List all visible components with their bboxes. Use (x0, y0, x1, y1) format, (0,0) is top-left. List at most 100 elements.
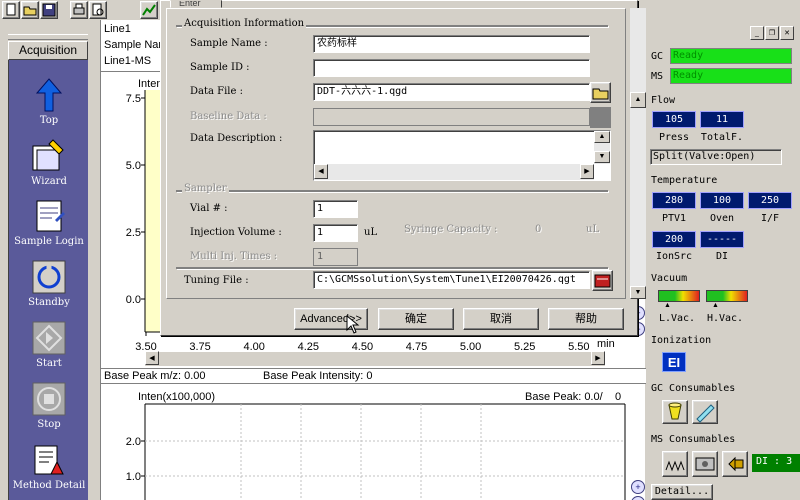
assistant-method-detail[interactable]: Method Detail (9, 442, 89, 491)
ms-consumables-title: MS Consumables (651, 434, 736, 445)
tuning-file-input[interactable]: C:\GCMSsolution\System\Tune1\EI20070426.… (313, 271, 590, 289)
acq-group-title: Acquisition Information (182, 18, 307, 29)
help-button[interactable]: 帮助 (548, 308, 624, 330)
tuning-file-label: Tuning File : (184, 275, 249, 286)
gc-consumables-title: GC Consumables (651, 383, 736, 394)
dialog-tab-enter[interactable]: Enter (170, 0, 222, 8)
assistant-method-detail-label: Method Detail (12, 480, 86, 491)
injection-volume-input[interactable]: 1 (313, 224, 358, 242)
scroll-left-button[interactable]: ◀ (314, 164, 328, 179)
sampler-group-line (176, 190, 608, 192)
scroll-up-button[interactable]: ▲ (594, 131, 610, 143)
ionization-mode-badge: EI (662, 352, 686, 372)
zoom-in-icon[interactable]: + (631, 480, 645, 494)
detail-button[interactable]: Detail... (651, 484, 713, 500)
low-vacuum-gauge (658, 290, 700, 302)
ion-source-icon[interactable] (692, 451, 718, 477)
temp-di-label: DI (715, 251, 729, 262)
assistant-start[interactable]: Start (9, 320, 89, 369)
data-description-input[interactable]: ▲ ▼ ◀ ▶ (313, 130, 611, 181)
scroll-right-button[interactable]: ▶ (580, 164, 594, 179)
assistant-tab-acquisition[interactable]: Acquisition (8, 41, 88, 60)
instrument-monitor: _ ❐ ✕ GC Ready MS Ready Flow 105 11 Pres… (648, 20, 800, 500)
flow-press-label: Press (658, 132, 690, 143)
ok-button[interactable]: 确定 (378, 308, 454, 330)
injection-volume-label: Injection Volume : (190, 227, 282, 238)
temp-ptv1-value: 280 (652, 192, 696, 209)
assistant-standby[interactable]: Standby (9, 259, 89, 308)
mouse-cursor-icon (346, 315, 360, 334)
scroll-down-button[interactable]: ▼ (594, 151, 610, 163)
stop-icon (31, 381, 67, 417)
baseline-data-input (313, 108, 590, 126)
high-vacuum-label: H.Vac. (706, 313, 744, 324)
temp-ionsrc-value: 200 (652, 231, 696, 248)
baseline-browse-button (590, 107, 611, 128)
dialog-scroll-down-button[interactable]: ▼ (630, 286, 646, 299)
analysis-icon[interactable] (140, 1, 158, 19)
upper-xunit: min (597, 338, 615, 350)
lower-y-tick-label: 2.0 (126, 436, 141, 448)
vial-input[interactable]: 1 (313, 200, 358, 218)
restore-icon[interactable]: ❐ (765, 26, 779, 40)
line1-ms-label: Line1-MS (104, 55, 152, 67)
temp-if-label: I/F (760, 213, 780, 224)
temperature-title: Temperature (651, 175, 718, 186)
sample-name-label-partial: Sample Nam (104, 39, 168, 51)
assistant-sample-login-label: Sample Login (14, 236, 84, 247)
main-toolbar (0, 0, 170, 20)
monitor-titlebar: _ ❐ ✕ (648, 24, 800, 44)
scroll-left-button[interactable]: ◀ (145, 351, 159, 365)
multi-inj-input: 1 (313, 248, 358, 266)
description-vscroll[interactable]: ▲ ▼ (594, 131, 610, 164)
print-icon[interactable] (70, 1, 88, 19)
high-vacuum-gauge (706, 290, 748, 302)
lower-y-tick-label: 1.0 (126, 471, 141, 483)
data-description-label: Data Description : (190, 133, 283, 144)
data-file-label: Data File : (190, 86, 243, 97)
syringe-icon[interactable] (692, 400, 718, 424)
description-hscroll[interactable]: ◀ ▶ (314, 164, 594, 180)
lower-chart: 2.0 1.0 (126, 403, 626, 500)
scroll-right-button[interactable]: ▶ (591, 351, 605, 365)
open-folder-icon[interactable] (21, 1, 39, 19)
print-preview-icon[interactable] (89, 1, 107, 19)
cancel-button[interactable]: 取消 (463, 308, 539, 330)
dialog-vscroll[interactable]: ▲ ▼ (630, 8, 646, 299)
assistant-wizard[interactable]: Wizard (9, 138, 89, 187)
syringe-capacity-unit: uL (586, 224, 600, 235)
new-file-icon[interactable] (2, 1, 20, 19)
assistant-stop[interactable]: Stop (9, 381, 89, 430)
temp-if-value: 250 (748, 192, 792, 209)
flow-title: Flow (651, 95, 676, 106)
assistant-standby-label: Standby (28, 297, 70, 308)
gc-label: GC (651, 51, 664, 62)
temp-ionsrc-label: IonSrc (655, 251, 693, 262)
base-peak-intensity: Base Peak Intensity: 0 (263, 370, 373, 382)
di-counter: DI : 3 (752, 454, 800, 472)
data-file-browse-button[interactable] (590, 82, 611, 103)
filament-icon[interactable] (662, 451, 688, 477)
liner-icon[interactable] (662, 400, 688, 424)
vacuum-title: Vacuum (651, 273, 688, 284)
data-file-input[interactable]: DDT-六六六-1.qgd (313, 83, 590, 101)
sample-login-icon (31, 198, 67, 234)
minimize-icon[interactable]: _ (750, 26, 764, 40)
vial-label: Vial # : (190, 203, 228, 214)
pump-icon[interactable] (722, 451, 748, 477)
ionization-title: Ionization (651, 335, 712, 346)
tuning-file-browse-button[interactable] (592, 270, 613, 291)
assistant-sample-login[interactable]: Sample Login (9, 198, 89, 247)
flow-totalf-label: TotalF. (700, 132, 744, 143)
up-arrow-icon (31, 77, 67, 113)
ms-status: Ready (670, 68, 792, 84)
sample-id-input[interactable] (313, 59, 590, 77)
sample-name-input[interactable]: 农药标样 (313, 35, 590, 53)
assistant-top[interactable]: Top (9, 77, 89, 126)
upper-hscroll[interactable]: ◀ ▶ (145, 351, 605, 366)
save-disk-icon[interactable] (40, 1, 58, 19)
close-icon[interactable]: ✕ (780, 26, 794, 40)
temp-oven-label: Oven (709, 213, 735, 224)
temp-oven-value: 100 (700, 192, 744, 209)
dialog-scroll-up-button[interactable]: ▲ (630, 92, 646, 108)
